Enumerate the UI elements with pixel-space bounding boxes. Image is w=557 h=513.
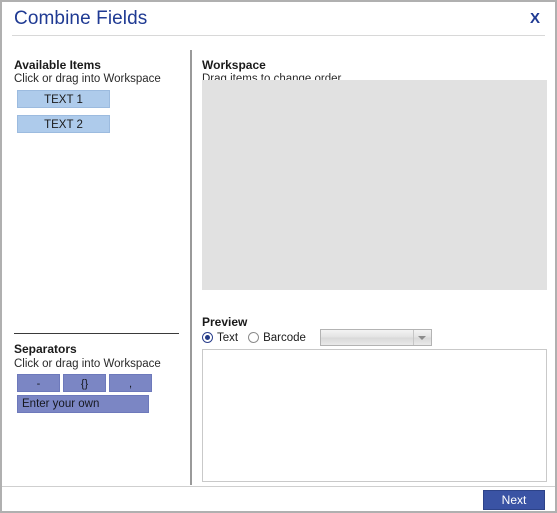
- available-item-text-2[interactable]: TEXT 2: [17, 115, 110, 133]
- workspace-drop-area[interactable]: [202, 80, 547, 290]
- preview-text-area[interactable]: [202, 349, 547, 482]
- workspace-title: Workspace: [202, 58, 266, 72]
- next-button[interactable]: Next: [483, 490, 545, 510]
- radio-unselected-icon: [248, 332, 260, 343]
- custom-separator-input[interactable]: Enter your own: [17, 395, 149, 413]
- separator-button-comma[interactable]: ,: [109, 374, 152, 392]
- panel-divider: [190, 50, 192, 485]
- dialog-footer: Next: [2, 487, 555, 511]
- available-items-subtitle: Click or drag into Workspace: [14, 73, 161, 85]
- preview-mode-barcode-label: Barcode: [263, 331, 306, 344]
- available-items-list: TEXT 1 TEXT 2: [17, 90, 110, 140]
- separator-button-braces[interactable]: {}: [63, 374, 106, 392]
- preview-mode-text[interactable]: Text: [202, 332, 238, 344]
- separators-divider: [14, 333, 179, 334]
- dialog-titlebar: Combine Fields X: [2, 2, 555, 36]
- preview-controls: Text Barcode: [202, 329, 432, 346]
- preview-mode-barcode[interactable]: Barcode: [248, 332, 306, 344]
- chevron-down-icon: [412, 330, 431, 345]
- left-panel: Available Items Click or drag into Works…: [2, 36, 191, 486]
- right-panel: Workspace Drag items to change order Pre…: [193, 36, 555, 486]
- dialog-title: Combine Fields: [14, 8, 148, 29]
- separators-title: Separators: [14, 342, 77, 356]
- separators-subtitle: Click or drag into Workspace: [14, 358, 161, 370]
- available-items-title: Available Items: [14, 58, 101, 72]
- available-item-text-1[interactable]: TEXT 1: [17, 90, 110, 108]
- preview-mode-text-label: Text: [217, 331, 239, 344]
- separator-button-dash[interactable]: -: [17, 374, 60, 392]
- radio-selected-icon: [202, 332, 213, 343]
- preview-title: Preview: [202, 315, 248, 329]
- separator-buttons-group: - {} ,: [17, 374, 152, 392]
- combine-fields-dialog: Combine Fields X Available Items Click o…: [0, 0, 557, 513]
- close-icon[interactable]: X: [527, 10, 543, 28]
- barcode-type-select[interactable]: [319, 329, 432, 346]
